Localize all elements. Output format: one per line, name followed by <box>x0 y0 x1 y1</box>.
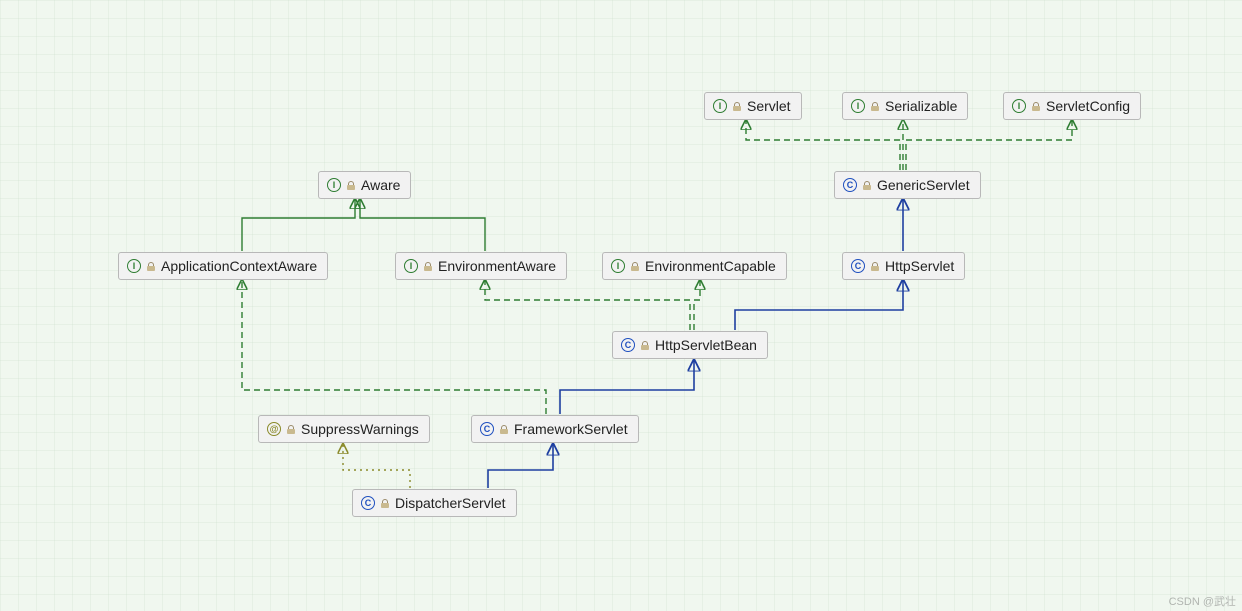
node-label: ApplicationContextAware <box>161 258 317 274</box>
interface-icon: I <box>404 259 418 273</box>
node-genericservlet[interactable]: C GenericServlet <box>834 171 981 199</box>
node-label: Servlet <box>747 98 791 114</box>
interface-icon: I <box>127 259 141 273</box>
node-suppresswarnings[interactable]: @ SuppressWarnings <box>258 415 430 443</box>
interface-icon: I <box>327 178 341 192</box>
watermark: CSDN @武壮 <box>1169 593 1236 609</box>
annotation-icon: @ <box>267 422 281 436</box>
lock-icon <box>381 499 389 508</box>
lock-icon <box>631 262 639 271</box>
node-label: DispatcherServlet <box>395 495 506 511</box>
node-servletconfig[interactable]: I ServletConfig <box>1003 92 1141 120</box>
node-serializable[interactable]: I Serializable <box>842 92 968 120</box>
node-aware[interactable]: I Aware <box>318 171 411 199</box>
class-icon: C <box>361 496 375 510</box>
node-label: ServletConfig <box>1046 98 1130 114</box>
lock-icon <box>1032 102 1040 111</box>
node-label: SuppressWarnings <box>301 421 419 437</box>
node-label: HttpServlet <box>885 258 954 274</box>
node-servlet[interactable]: I Servlet <box>704 92 802 120</box>
node-label: EnvironmentCapable <box>645 258 776 274</box>
node-httpservlet[interactable]: C HttpServlet <box>842 252 965 280</box>
lock-icon <box>871 102 879 111</box>
interface-icon: I <box>713 99 727 113</box>
lock-icon <box>147 262 155 271</box>
node-label: Aware <box>361 177 400 193</box>
class-icon: C <box>621 338 635 352</box>
node-label: HttpServletBean <box>655 337 757 353</box>
class-icon: C <box>851 259 865 273</box>
node-label: GenericServlet <box>877 177 970 193</box>
lock-icon <box>863 181 871 190</box>
node-applicationcontextaware[interactable]: I ApplicationContextAware <box>118 252 328 280</box>
node-environmentcapable[interactable]: I EnvironmentCapable <box>602 252 787 280</box>
lock-icon <box>287 425 295 434</box>
lock-icon <box>871 262 879 271</box>
class-icon: C <box>480 422 494 436</box>
node-label: FrameworkServlet <box>514 421 628 437</box>
lock-icon <box>347 181 355 190</box>
node-frameworkservlet[interactable]: C FrameworkServlet <box>471 415 639 443</box>
node-label: Serializable <box>885 98 957 114</box>
class-icon: C <box>843 178 857 192</box>
node-label: EnvironmentAware <box>438 258 556 274</box>
lock-icon <box>500 425 508 434</box>
lock-icon <box>424 262 432 271</box>
node-dispatcherservlet[interactable]: C DispatcherServlet <box>352 489 517 517</box>
node-environmentaware[interactable]: I EnvironmentAware <box>395 252 567 280</box>
interface-icon: I <box>1012 99 1026 113</box>
node-httpservletbean[interactable]: C HttpServletBean <box>612 331 768 359</box>
interface-icon: I <box>611 259 625 273</box>
lock-icon <box>733 102 741 111</box>
lock-icon <box>641 341 649 350</box>
interface-icon: I <box>851 99 865 113</box>
